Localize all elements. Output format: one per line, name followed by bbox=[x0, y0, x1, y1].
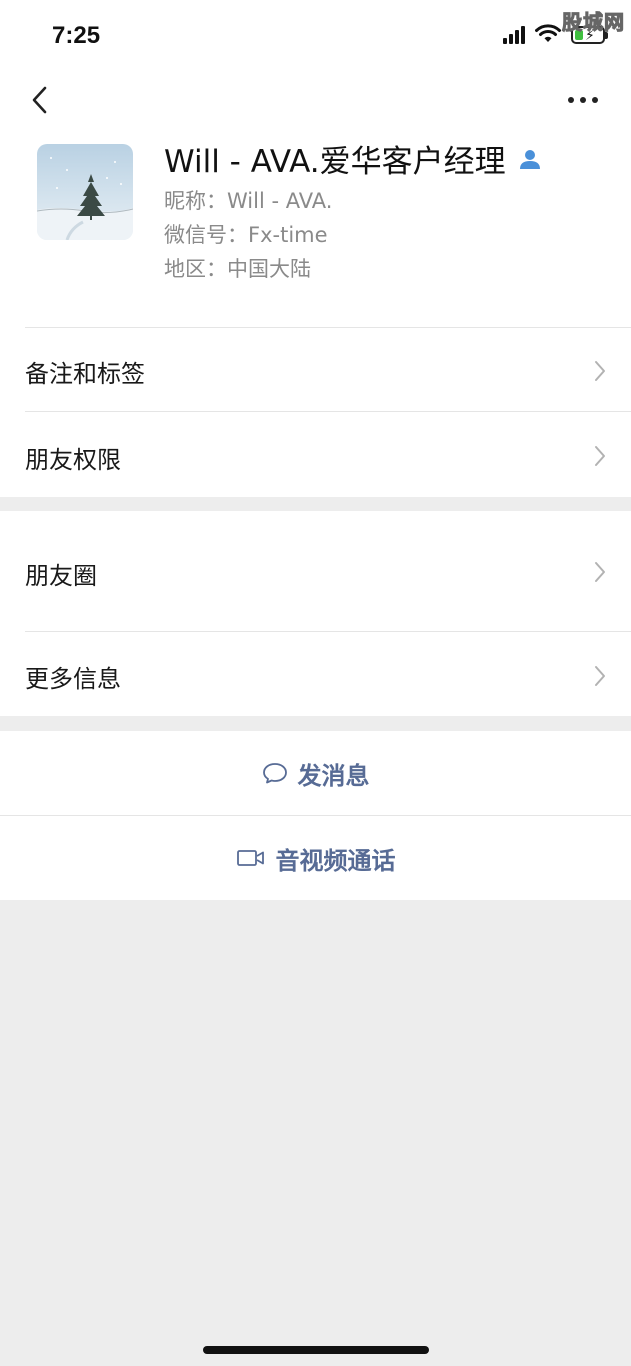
more-info-row[interactable]: 更多信息 bbox=[0, 632, 631, 716]
chevron-right-icon bbox=[595, 666, 605, 686]
more-button[interactable] bbox=[565, 86, 601, 114]
chevron-right-icon bbox=[595, 562, 605, 582]
more-dots-icon bbox=[568, 97, 598, 103]
watermark: 股城网 bbox=[562, 10, 625, 35]
signal-icon bbox=[503, 24, 525, 44]
avatar[interactable] bbox=[37, 144, 133, 240]
status-time: 7:25 bbox=[52, 22, 101, 49]
chevron-right-icon bbox=[595, 446, 605, 466]
nav-bar bbox=[0, 72, 631, 128]
remarks-tags-row[interactable]: 备注和标签 bbox=[0, 328, 631, 412]
status-bar: 7:25 ⚡ 股城网 bbox=[0, 0, 631, 72]
region-text: 地区：中国大陆 bbox=[164, 257, 311, 281]
profile-name-row: Will - AVA.爱华客户经理 bbox=[164, 136, 542, 181]
video-call-button[interactable]: 音视频通话 bbox=[0, 816, 631, 900]
nickname-text: 昵称：Will - AVA. bbox=[164, 189, 333, 213]
moments-row[interactable]: 朋友圈 bbox=[0, 511, 631, 632]
back-button[interactable] bbox=[26, 82, 56, 118]
send-message-button[interactable]: 发消息 bbox=[0, 731, 631, 815]
chat-bubble-icon bbox=[262, 763, 287, 784]
friend-permissions-row[interactable]: 朋友权限 bbox=[0, 412, 631, 497]
more-info-label: 更多信息 bbox=[25, 665, 121, 693]
profile-name: Will - AVA.爱华客户经理 bbox=[164, 144, 506, 180]
send-message-label: 发消息 bbox=[297, 761, 370, 790]
remarks-tags-label: 备注和标签 bbox=[25, 360, 145, 388]
contact-person-icon bbox=[518, 147, 542, 171]
wechat-id-text: 微信号：Fx-time bbox=[164, 223, 328, 247]
wifi-icon bbox=[535, 24, 561, 44]
chevron-right-icon bbox=[595, 361, 605, 381]
chevron-left-icon bbox=[32, 86, 47, 114]
moments-label: 朋友圈 bbox=[25, 562, 97, 590]
home-indicator[interactable] bbox=[203, 1346, 429, 1354]
video-camera-icon bbox=[236, 850, 264, 866]
profile-meta: 昵称：Will - AVA. 微信号：Fx-time 地区：中国大陆 bbox=[164, 184, 332, 286]
friend-permissions-label: 朋友权限 bbox=[25, 446, 121, 474]
video-call-label: 音视频通话 bbox=[275, 846, 396, 875]
profile-card: Will - AVA.爱华客户经理 昵称：Will - AVA. 微信号：Fx-… bbox=[0, 128, 631, 328]
